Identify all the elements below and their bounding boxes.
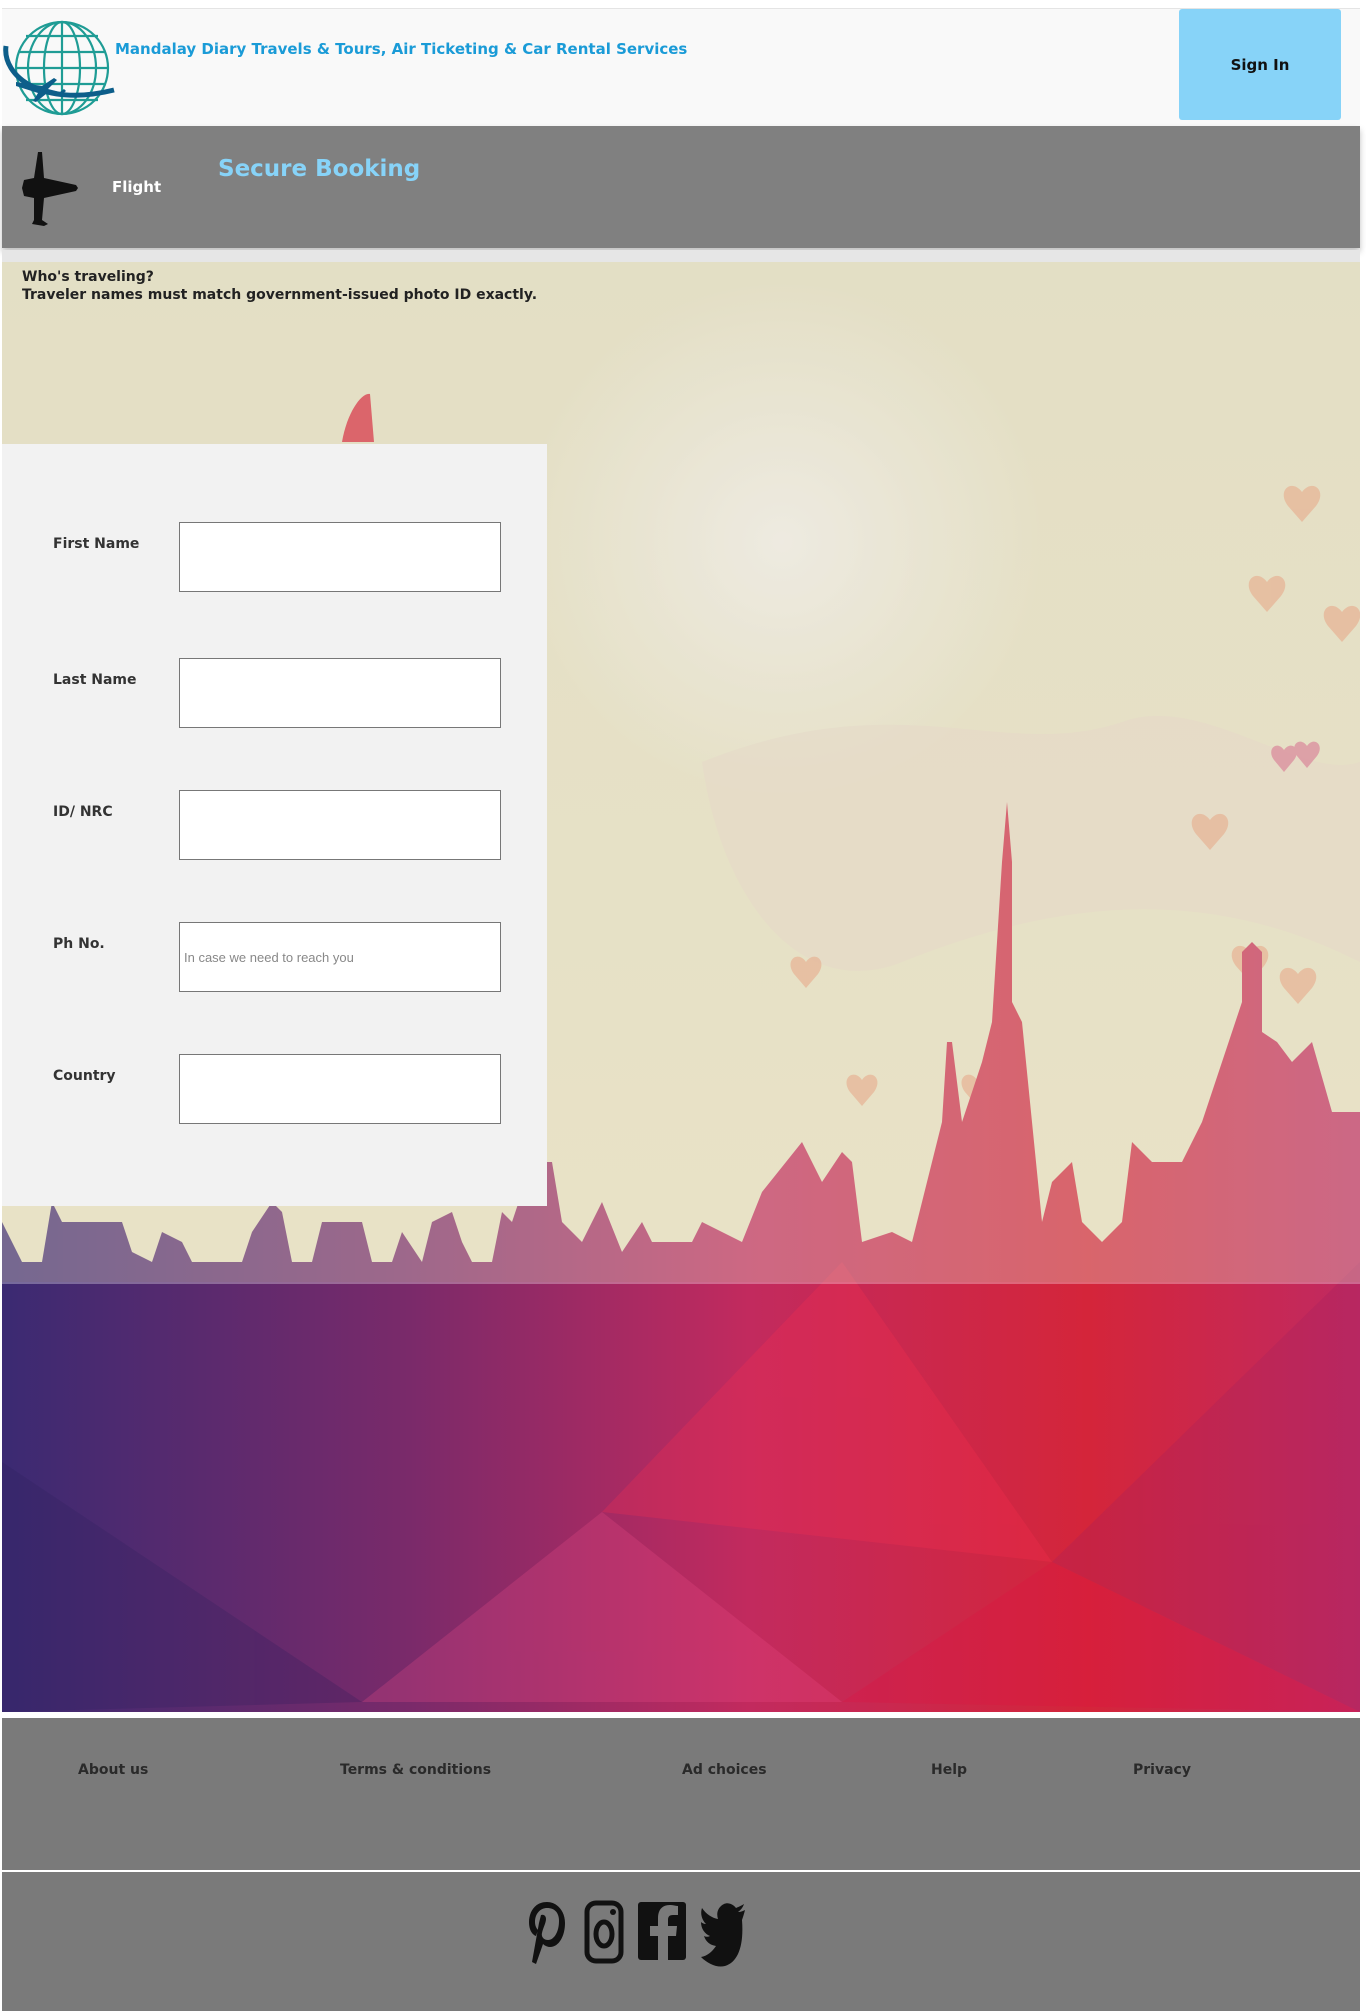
footer-link-help[interactable]: Help (931, 1762, 967, 1778)
traveler-notice: Traveler names must match government-iss… (22, 287, 538, 303)
facebook-icon[interactable] (638, 1900, 686, 1960)
last-name-input[interactable] (179, 658, 501, 728)
footer-link-ad-choices[interactable]: Ad choices (682, 1762, 767, 1778)
phone-input[interactable] (179, 922, 501, 992)
twitter-icon[interactable] (700, 1900, 746, 1970)
last-name-row: Last Name (2, 658, 547, 730)
flight-label: Flight (112, 178, 162, 196)
traveler-info: Who's traveling? Traveler names must mat… (22, 268, 537, 304)
id-nrc-row: ID/ NRC (2, 790, 547, 862)
footer-social (2, 1872, 1360, 2011)
brand-name[interactable]: Mandalay Diary Travels & Tours, Air Tick… (115, 40, 687, 58)
divider (2, 250, 1360, 262)
sign-in-button[interactable]: Sign In (1179, 9, 1341, 120)
traveler-form: First Name Last Name ID/ NRC Ph No. Coun… (2, 444, 547, 1206)
id-nrc-input[interactable] (179, 790, 501, 860)
page-title: Secure Booking (218, 156, 421, 182)
instagram-icon[interactable] (584, 1900, 624, 1964)
site-header: Mandalay Diary Travels & Tours, Air Tick… (2, 8, 1360, 126)
id-nrc-label: ID/ NRC (53, 804, 113, 820)
traveler-heading: Who's traveling? (22, 269, 154, 285)
globe-logo-icon[interactable] (2, 16, 120, 126)
footer-links: About us Terms & conditions Ad choices H… (2, 1718, 1360, 1870)
page: Mandalay Diary Travels & Tours, Air Tick… (0, 0, 1366, 2011)
phone-row: Ph No. (2, 922, 547, 994)
pinterest-icon[interactable] (528, 1900, 566, 1966)
footer-link-terms[interactable]: Terms & conditions (340, 1762, 491, 1778)
phone-label: Ph No. (53, 936, 105, 952)
footer-link-about[interactable]: About us (78, 1762, 148, 1778)
country-row: Country (2, 1054, 547, 1126)
last-name-label: Last Name (53, 672, 137, 688)
booking-title-band: Flight Secure Booking (2, 126, 1360, 248)
country-label: Country (53, 1068, 116, 1084)
footer-link-privacy[interactable]: Privacy (1133, 1762, 1191, 1778)
first-name-input[interactable] (179, 522, 501, 592)
airplane-icon (22, 152, 78, 226)
first-name-label: First Name (53, 536, 140, 552)
country-input[interactable] (179, 1054, 501, 1124)
first-name-row: First Name (2, 522, 547, 594)
